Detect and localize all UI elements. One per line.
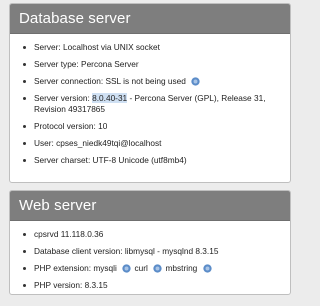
help-icon[interactable]	[191, 77, 200, 86]
server-item: Server: Localhost via UNIX socket	[22, 42, 280, 53]
php-version-item: PHP version: 8.3.15	[22, 280, 280, 291]
user-item: User: cpses_niedk49tqi@localhost	[22, 138, 280, 149]
help-icon[interactable]	[122, 264, 131, 273]
server-version-value: 8.0.40-31	[92, 93, 128, 103]
web-server-software-item: cpsrvd 11.118.0.36	[22, 229, 280, 240]
database-server-list: Server: Localhost via UNIX socket Server…	[10, 34, 290, 166]
help-icon[interactable]	[153, 264, 162, 273]
php-extension-mbstring: mbstring	[165, 263, 198, 273]
php-extension-item: PHP extension: mysqli curl mbstring	[22, 263, 280, 274]
php-extension-curl: curl	[134, 263, 148, 273]
server-connection-item: Server connection: SSL is not being used	[22, 76, 280, 87]
help-icon[interactable]	[202, 264, 212, 273]
web-server-list: cpsrvd 11.118.0.36 Database client versi…	[10, 221, 290, 291]
php-extension-label: PHP extension:	[34, 263, 94, 273]
server-version-item: Server version: 8.0.40-31 - Percona Serv…	[22, 93, 280, 115]
protocol-version-item: Protocol version: 10	[22, 121, 280, 132]
database-server-panel: Database server Server: Localhost via UN…	[9, 3, 291, 183]
php-extension-mysqli: mysqli	[93, 263, 117, 273]
web-server-panel: Web server cpsrvd 11.118.0.36 Database c…	[9, 190, 291, 295]
database-server-title: Database server	[10, 4, 290, 34]
server-connection-text: Server connection: SSL is not being used	[34, 76, 186, 86]
web-server-title: Web server	[10, 191, 290, 221]
server-type-item: Server type: Percona Server	[22, 59, 280, 70]
server-charset-item: Server charset: UTF-8 Unicode (utf8mb4)	[22, 155, 280, 166]
server-version-label: Server version:	[34, 93, 93, 103]
page: Database server Server: Localhost via UN…	[0, 0, 300, 306]
database-client-item: Database client version: libmysql - mysq…	[22, 246, 280, 257]
